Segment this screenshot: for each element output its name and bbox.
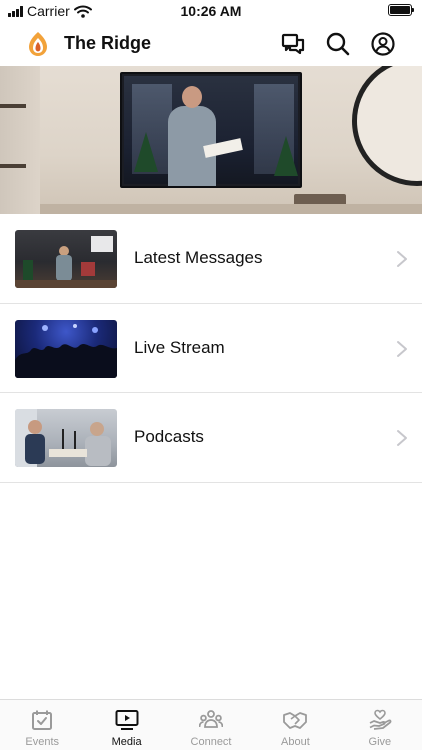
list-item-latest-messages[interactable]: Latest Messages bbox=[0, 214, 422, 304]
tab-connect[interactable]: Connect bbox=[169, 700, 253, 750]
tab-bar: Events Media Connect About Give bbox=[0, 699, 422, 750]
app-header: The Ridge bbox=[0, 22, 422, 66]
list-item-live-stream[interactable]: Live Stream bbox=[0, 304, 422, 393]
tab-media[interactable]: Media bbox=[84, 700, 168, 750]
tab-label: Events bbox=[25, 736, 60, 748]
chevron-right-icon bbox=[397, 251, 407, 267]
tv-screen bbox=[120, 72, 302, 188]
group-icon bbox=[199, 710, 224, 728]
search-icon[interactable] bbox=[325, 31, 351, 57]
tab-label: Give bbox=[368, 736, 392, 748]
calendar-check-icon bbox=[32, 710, 53, 730]
list-item-label: Podcasts bbox=[134, 427, 204, 446]
tab-label: About bbox=[281, 736, 310, 748]
battery-icon bbox=[388, 4, 414, 16]
play-screen-icon bbox=[115, 710, 139, 730]
status-time: 10:26 AM bbox=[180, 3, 242, 19]
profile-icon[interactable] bbox=[370, 31, 396, 57]
chevron-right-icon bbox=[397, 430, 407, 446]
thumbnail-podcasts bbox=[15, 409, 117, 467]
list-item-label: Live Stream bbox=[134, 337, 225, 357]
tab-about[interactable]: About bbox=[253, 700, 337, 750]
tab-give[interactable]: Give bbox=[338, 700, 422, 750]
wall-clock bbox=[352, 66, 422, 186]
thumbnail-latest-messages bbox=[15, 230, 117, 288]
hero-image bbox=[0, 66, 422, 214]
tab-label: Media bbox=[111, 736, 142, 748]
chevron-right-icon bbox=[397, 340, 407, 357]
tab-events[interactable]: Events bbox=[0, 700, 84, 750]
status-bar: Carrier 10:26 AM bbox=[0, 0, 422, 22]
thumbnail-live-stream bbox=[15, 319, 117, 378]
chat-icon[interactable] bbox=[280, 31, 306, 57]
list-item-label: Latest Messages bbox=[134, 248, 263, 267]
tab-label: Connect bbox=[190, 736, 232, 748]
app-title: The Ridge bbox=[64, 33, 152, 53]
media-list: Latest Messages Live Stream Podcasts bbox=[0, 214, 422, 483]
list-item-podcasts[interactable]: Podcasts bbox=[0, 393, 422, 483]
handshake-icon bbox=[283, 712, 308, 729]
logo-flame-icon bbox=[26, 31, 50, 57]
give-heart-hand-icon bbox=[369, 709, 392, 730]
